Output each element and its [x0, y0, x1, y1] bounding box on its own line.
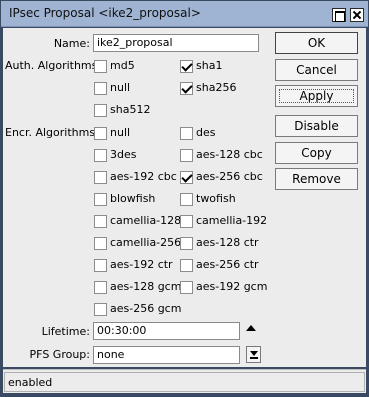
encr-algorithm-checkbox[interactable] [180, 193, 193, 206]
encr-algorithm-checkbox[interactable] [180, 259, 193, 272]
cancel-button[interactable]: Cancel [275, 59, 358, 81]
encr-algorithm-checkbox-label: camellia-256 [110, 236, 182, 249]
auth-algorithm-checkbox[interactable] [180, 60, 193, 73]
auth-algorithm-checkbox[interactable] [180, 82, 193, 95]
encr-algorithm-checkbox-label: aes-256 gcm [110, 302, 182, 315]
auth-algorithm-checkbox[interactable] [94, 60, 107, 73]
encr-algorithm-checkbox[interactable] [180, 237, 193, 250]
encr-algorithm-checkbox[interactable] [94, 237, 107, 250]
status-bar: enabled [3, 369, 366, 393]
encr-algorithm-checkbox-label: aes-128 ctr [196, 236, 259, 249]
encr-algorithm-checkbox-label: aes-256 cbc [196, 170, 263, 183]
auth-algorithm-checkbox-label: sha256 [196, 81, 237, 94]
encr-algorithm-checkbox[interactable] [94, 171, 107, 184]
dropdown-arrow-icon[interactable] [246, 346, 261, 363]
encr-algorithm-checkbox[interactable] [180, 281, 193, 294]
auth-algorithm-checkbox-label: sha512 [110, 103, 151, 116]
ok-button[interactable]: OK [275, 32, 358, 54]
encr-algorithm-checkbox[interactable] [180, 127, 193, 140]
auth-algorithm-checkbox[interactable] [94, 104, 107, 117]
pfs-group-label: PFS Group: [29, 348, 90, 361]
encr-algorithms-label: Encr. Algorithms: [5, 126, 99, 139]
apply-button[interactable]: Apply [275, 85, 358, 107]
encr-algorithm-checkbox-label: aes-128 cbc [196, 148, 263, 161]
name-field[interactable]: ike2_proposal [93, 34, 259, 52]
encr-algorithm-checkbox-label: aes-192 cbc [110, 170, 177, 183]
encr-algorithm-checkbox[interactable] [94, 215, 107, 228]
auth-algorithm-checkbox-label: null [110, 81, 131, 94]
encr-algorithm-checkbox-label: 3des [110, 148, 137, 161]
auth-algorithm-checkbox-label: sha1 [196, 59, 223, 72]
pfs-group-select[interactable]: none [93, 346, 240, 364]
encr-algorithm-checkbox[interactable] [94, 303, 107, 316]
encr-algorithm-checkbox-label: aes-256 ctr [196, 258, 259, 271]
encr-algorithm-checkbox[interactable] [94, 281, 107, 294]
encr-algorithm-checkbox-label: camellia-192 [196, 214, 268, 227]
title-bar[interactable]: IPsec Proposal <ike2_proposal> [1, 1, 368, 27]
auth-algorithm-checkbox-label: md5 [110, 59, 135, 72]
auth-algorithms-label: Auth. Algorithms: [5, 59, 102, 72]
maximize-icon[interactable] [332, 8, 346, 22]
encr-algorithm-checkbox[interactable] [180, 171, 193, 184]
status-text: enabled [4, 372, 365, 392]
name-label: Name: [53, 37, 90, 50]
encr-algorithm-checkbox[interactable] [94, 149, 107, 162]
encr-algorithm-checkbox-label: aes-128 gcm [110, 280, 182, 293]
encr-algorithm-checkbox-label: blowfish [110, 192, 156, 205]
encr-algorithm-checkbox-label: twofish [196, 192, 236, 205]
expand-up-arrow-icon[interactable] [246, 325, 256, 331]
encr-algorithm-checkbox[interactable] [94, 259, 107, 272]
encr-algorithm-checkbox-label: camellia-128 [110, 214, 182, 227]
form-area: Name: ike2_proposal Auth. Algorithms: md… [3, 28, 366, 367]
encr-algorithm-checkbox-label: aes-192 gcm [196, 280, 268, 293]
encr-algorithm-checkbox[interactable] [94, 127, 107, 140]
encr-algorithm-checkbox-label: aes-192 ctr [110, 258, 173, 271]
lifetime-field[interactable]: 00:30:00 [93, 322, 240, 340]
auth-algorithm-checkbox[interactable] [94, 82, 107, 95]
ipsec-proposal-window: IPsec Proposal <ike2_proposal> Name: ike… [0, 0, 369, 397]
encr-algorithm-checkbox[interactable] [180, 149, 193, 162]
encr-algorithm-checkbox[interactable] [94, 193, 107, 206]
lifetime-label: Lifetime: [41, 325, 90, 338]
disable-button[interactable]: Disable [275, 115, 358, 137]
encr-algorithm-checkbox[interactable] [180, 215, 193, 228]
copy-button[interactable]: Copy [275, 142, 358, 164]
close-icon[interactable] [350, 8, 364, 22]
encr-algorithm-checkbox-label: null [110, 126, 131, 139]
window-title: IPsec Proposal <ike2_proposal> [9, 6, 201, 20]
encr-algorithm-checkbox-label: des [196, 126, 216, 139]
remove-button[interactable]: Remove [275, 168, 358, 190]
